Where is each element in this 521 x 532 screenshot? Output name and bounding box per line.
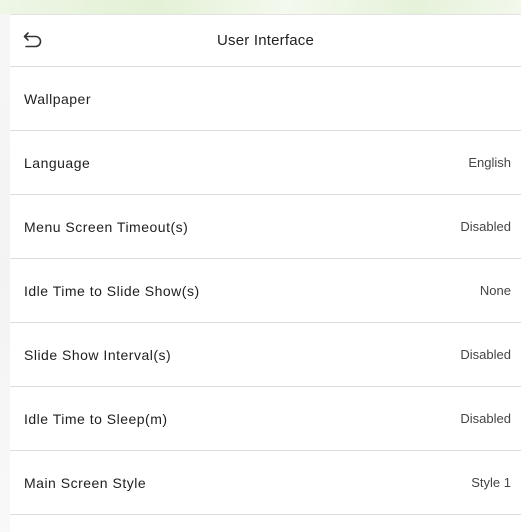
watermark-band: [0, 0, 521, 14]
setting-row-idle-time-to-sleep[interactable]: Idle Time to Sleep(m) Disabled: [10, 387, 521, 451]
setting-row-menu-screen-timeout[interactable]: Menu Screen Timeout(s) Disabled: [10, 195, 521, 259]
user-interface-screen: User Interface Wallpaper Language Englis…: [10, 14, 521, 532]
setting-value: Style 1: [471, 475, 511, 490]
setting-row-slide-show-interval[interactable]: Slide Show Interval(s) Disabled: [10, 323, 521, 387]
setting-row-wallpaper[interactable]: Wallpaper: [10, 67, 521, 131]
setting-value: Disabled: [460, 219, 511, 234]
page: User Interface Wallpaper Language Englis…: [0, 0, 521, 532]
settings-list: Wallpaper Language English Menu Screen T…: [10, 67, 521, 515]
back-arrow-icon: [23, 32, 42, 48]
setting-value: English: [468, 155, 511, 170]
header-bar: User Interface: [10, 15, 521, 67]
setting-row-idle-time-to-slide-show[interactable]: Idle Time to Slide Show(s) None: [10, 259, 521, 323]
setting-value: Disabled: [460, 411, 511, 426]
setting-value: Disabled: [460, 347, 511, 362]
setting-label: Idle Time to Sleep(m): [24, 410, 168, 427]
setting-label: Main Screen Style: [24, 474, 147, 491]
setting-value: None: [479, 283, 511, 298]
page-title: User Interface: [216, 32, 314, 49]
back-button[interactable]: [20, 28, 46, 52]
setting-row-main-screen-style[interactable]: Main Screen Style Style 1: [10, 451, 521, 515]
setting-label: Wallpaper: [24, 90, 92, 107]
setting-label: Slide Show Interval(s): [24, 346, 172, 363]
setting-label: Menu Screen Timeout(s): [24, 218, 189, 235]
setting-label: Language: [24, 154, 91, 171]
setting-label: Idle Time to Slide Show(s): [24, 282, 200, 299]
setting-row-language[interactable]: Language English: [10, 131, 521, 195]
